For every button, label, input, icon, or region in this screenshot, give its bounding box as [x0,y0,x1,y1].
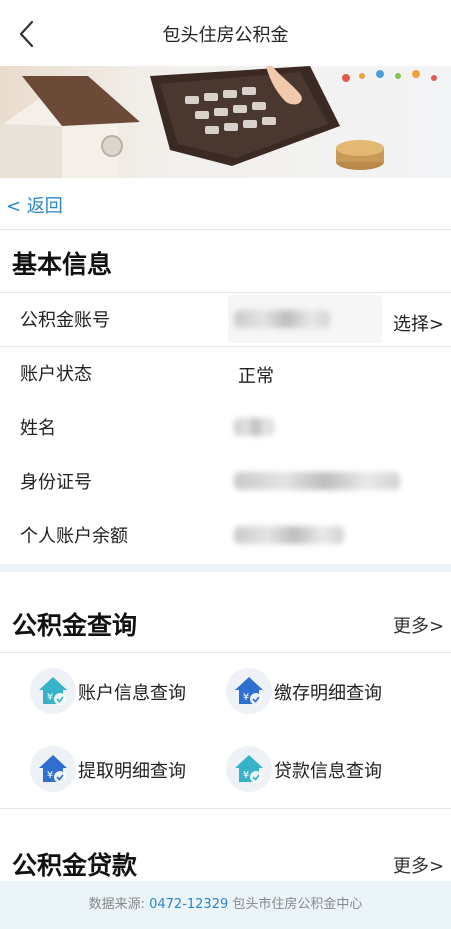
balance-label: 个人账户余额 [20,526,128,547]
query-item-deposit-detail[interactable]: ¥ 缴存明细查询 [226,668,396,722]
house-yuan-icon: ¥ [226,668,272,714]
query-item-account-info[interactable]: ¥ 账户信息查询 [30,668,200,722]
query-item-label: 贷款信息查询 [274,761,382,782]
query-item-label: 提取明细查询 [78,761,186,782]
svg-text:¥: ¥ [243,692,249,703]
choose-account-button[interactable]: 选择> [393,310,444,336]
divider [0,652,451,653]
footer-org: 包头市住房公积金中心 [232,897,363,912]
info-row-account: 公积金账号 [0,292,451,346]
svg-text:¥: ¥ [47,692,53,703]
account-status-label: 账户状态 [20,364,92,385]
footer-prefix: 数据来源: [88,897,145,912]
loan-section-title: 公积金贷款 [12,851,138,880]
house-yuan-icon: ¥ [30,668,76,714]
info-row-name: 姓名 [0,400,451,454]
query-item-label: 账户信息查询 [78,683,186,704]
page-title: 包头住房公积金 [162,25,289,46]
divider [0,808,451,809]
top-nav-bar: 包头住房公积金 [0,0,451,66]
data-source-footer: 数据来源: 0472-12329 包头市住房公积金中心 [0,881,451,929]
house-yuan-icon: ¥ [226,746,272,792]
query-more-link[interactable]: 更多> [393,612,444,638]
account-number-label: 公积金账号 [20,310,110,331]
query-item-label: 缴存明细查询 [274,683,382,704]
id-number-value-redacted [234,472,400,490]
account-status-value: 正常 [238,366,274,387]
balance-value-redacted [234,526,344,544]
svg-text:¥: ¥ [47,770,53,781]
info-row-status: 账户状态 正常 [0,346,451,400]
svg-text:¥: ¥ [243,770,249,781]
house-yuan-icon: ¥ [30,746,76,792]
loan-more-link[interactable]: 更多> [393,852,444,878]
basic-info-title: 基本信息 [12,250,113,279]
account-number-value-redacted [234,310,330,328]
info-row-id: 身份证号 [0,454,451,508]
footer-phone-link[interactable]: 0472-12329 [149,897,228,912]
section-divider-band [0,564,451,572]
name-label: 姓名 [20,418,56,439]
name-value-redacted [234,418,274,436]
query-section-title: 公积金查询 [12,611,138,640]
return-link[interactable]: < 返回 [6,192,63,218]
query-item-loan-info[interactable]: ¥ 贷款信息查询 [226,746,396,800]
id-number-label: 身份证号 [20,472,92,493]
query-item-withdraw-detail[interactable]: ¥ 提取明细查询 [30,746,200,800]
banner-image [0,66,451,178]
info-row-balance: 个人账户余额 [0,508,451,562]
return-row: < 返回 [0,178,451,230]
